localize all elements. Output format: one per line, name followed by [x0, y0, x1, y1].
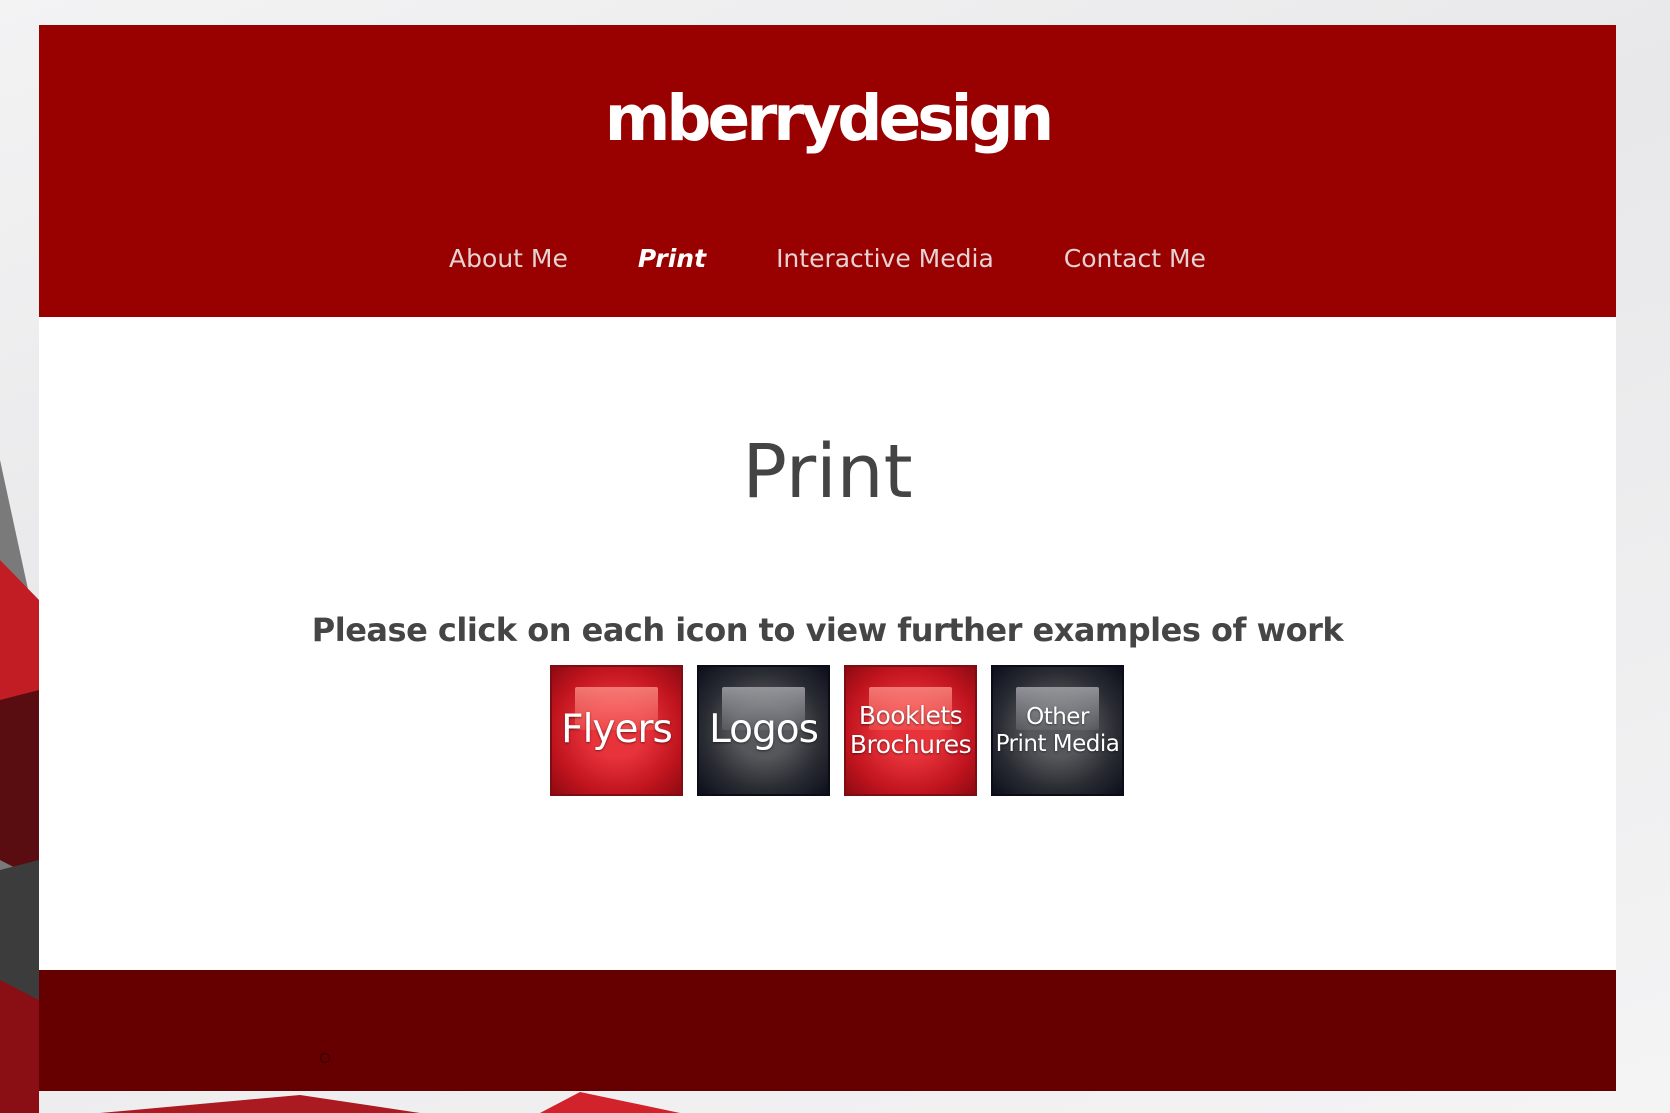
tile-label-line: Brochures [849, 729, 972, 759]
tile-label-line: Logos [709, 707, 819, 753]
page-subtitle: Please click on each icon to view furthe… [311, 611, 1344, 649]
page-title: Print [742, 429, 913, 515]
page-container: mberrydesign About Me Print Interactive … [39, 25, 1616, 1091]
print-category-icons: Flyers Logos Booklets Brochures Other Pr… [550, 665, 1124, 796]
tile-label: Logos [699, 667, 828, 794]
flyers-icon[interactable]: Flyers [550, 665, 683, 796]
main-nav: About Me Print Interactive Media Contact… [39, 244, 1616, 273]
logos-icon[interactable]: Logos [697, 665, 830, 796]
nav-item-about-me[interactable]: About Me [449, 244, 568, 273]
tile-label-line: Other [1026, 704, 1089, 731]
nav-item-contact-me[interactable]: Contact Me [1064, 244, 1206, 273]
booklets-brochures-icon[interactable]: Booklets Brochures [844, 665, 977, 796]
nav-item-print[interactable]: Print [638, 244, 706, 273]
tile-label-line: Booklets [858, 700, 963, 730]
site-header: mberrydesign About Me Print Interactive … [39, 25, 1616, 317]
site-footer [39, 970, 1616, 1091]
tile-label-line: Flyers [561, 707, 673, 753]
tile-label-line: Print Media [995, 730, 1120, 757]
tile-label: Flyers [552, 667, 681, 794]
nav-item-interactive-media[interactable]: Interactive Media [776, 244, 994, 273]
other-print-media-icon[interactable]: Other Print Media [991, 665, 1124, 796]
tile-label: Other Print Media [993, 667, 1122, 794]
site-logo[interactable]: mberrydesign [39, 87, 1616, 150]
footer-mark-icon [320, 1053, 330, 1063]
tile-label: Booklets Brochures [846, 667, 975, 794]
